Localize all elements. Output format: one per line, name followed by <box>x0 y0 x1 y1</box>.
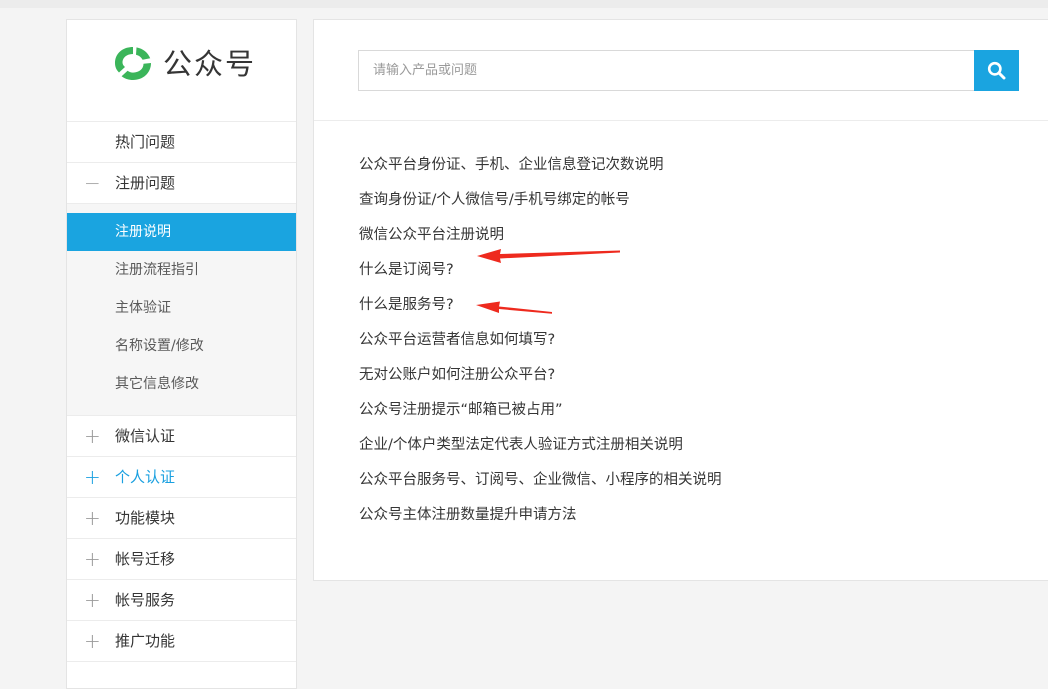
nav-item-label: 注册问题 <box>115 174 176 192</box>
faq-link[interactable]: 公众平台身份证、手机、企业信息登记次数说明 <box>359 148 722 183</box>
subnav-item-registration-flow[interactable]: 注册流程指引 <box>67 251 296 289</box>
nav-item-hot-questions[interactable]: 热门问题 <box>67 122 296 163</box>
nav-item-account-migration[interactable]: + 帐号迁移 <box>67 539 296 580</box>
expand-icon: + <box>84 629 101 653</box>
nav-item-label: 个人认证 <box>115 468 176 486</box>
nav-item-personal-verification[interactable]: + 个人认证 <box>67 457 296 498</box>
main-panel: 公众平台身份证、手机、企业信息登记次数说明 查询身份证/个人微信号/手机号绑定的… <box>313 19 1048 581</box>
faq-link[interactable]: 查询身份证/个人微信号/手机号绑定的帐号 <box>359 183 722 218</box>
nav-item-wechat-verification[interactable]: + 微信认证 <box>67 416 296 457</box>
faq-link[interactable]: 企业/个体户类型法定代表人验证方式注册相关说明 <box>359 428 722 463</box>
faq-link[interactable]: 什么是订阅号? <box>359 253 722 288</box>
nav-item-label: 帐号服务 <box>115 591 176 609</box>
sidebar: 公众号 热门问题 − 注册问题 注册说明 注册流程指引 主体验证 名称设置/修改… <box>66 19 297 689</box>
nav-item-registration[interactable]: − 注册问题 <box>67 163 296 204</box>
expand-icon: + <box>84 506 101 530</box>
faq-link[interactable]: 公众平台服务号、订阅号、企业微信、小程序的相关说明 <box>359 463 722 498</box>
search-icon <box>987 61 1006 80</box>
nav-item-label: 功能模块 <box>115 509 176 527</box>
expand-icon: + <box>84 465 101 489</box>
faq-link[interactable]: 公众号注册提示“邮箱已被占用” <box>359 393 722 428</box>
expand-icon: + <box>84 588 101 612</box>
registration-subnav: 注册说明 注册流程指引 主体验证 名称设置/修改 其它信息修改 <box>67 204 296 416</box>
divider <box>314 120 1048 121</box>
faq-link[interactable]: 公众号主体注册数量提升申请方法 <box>359 498 722 533</box>
faq-link[interactable]: 微信公众平台注册说明 <box>359 218 722 253</box>
subnav-item-name-settings[interactable]: 名称设置/修改 <box>67 327 296 365</box>
nav-item-label: 热门问题 <box>115 133 176 151</box>
nav-item-label: 推广功能 <box>115 632 176 650</box>
top-shadow <box>0 0 1048 8</box>
faq-link[interactable]: 无对公账户如何注册公众平台? <box>359 358 722 393</box>
nav-item-account-services[interactable]: + 帐号服务 <box>67 580 296 621</box>
brand-name: 公众号 <box>163 47 257 81</box>
search-button[interactable] <box>974 50 1019 91</box>
nav-item-promotion[interactable]: + 推广功能 <box>67 621 296 662</box>
brand-logo[interactable]: 公众号 <box>67 20 296 122</box>
faq-list: 公众平台身份证、手机、企业信息登记次数说明 查询身份证/个人微信号/手机号绑定的… <box>359 148 722 533</box>
search-bar <box>358 50 1019 91</box>
search-input[interactable] <box>358 50 974 91</box>
subnav-item-other-info[interactable]: 其它信息修改 <box>67 365 296 403</box>
expand-icon: + <box>84 547 101 571</box>
faq-link[interactable]: 公众平台运营者信息如何填写? <box>359 323 722 358</box>
expand-icon: + <box>84 424 101 448</box>
faq-link[interactable]: 什么是服务号? <box>359 288 722 323</box>
subnav-item-registration-guide[interactable]: 注册说明 <box>67 213 296 251</box>
subnav-item-entity-verification[interactable]: 主体验证 <box>67 289 296 327</box>
collapse-icon: − <box>84 171 101 195</box>
nav-item-label: 微信认证 <box>115 427 176 445</box>
nav-item-label: 帐号迁移 <box>115 550 176 568</box>
nav-item-function-modules[interactable]: + 功能模块 <box>67 498 296 539</box>
wechat-mp-logo-icon <box>115 47 151 80</box>
